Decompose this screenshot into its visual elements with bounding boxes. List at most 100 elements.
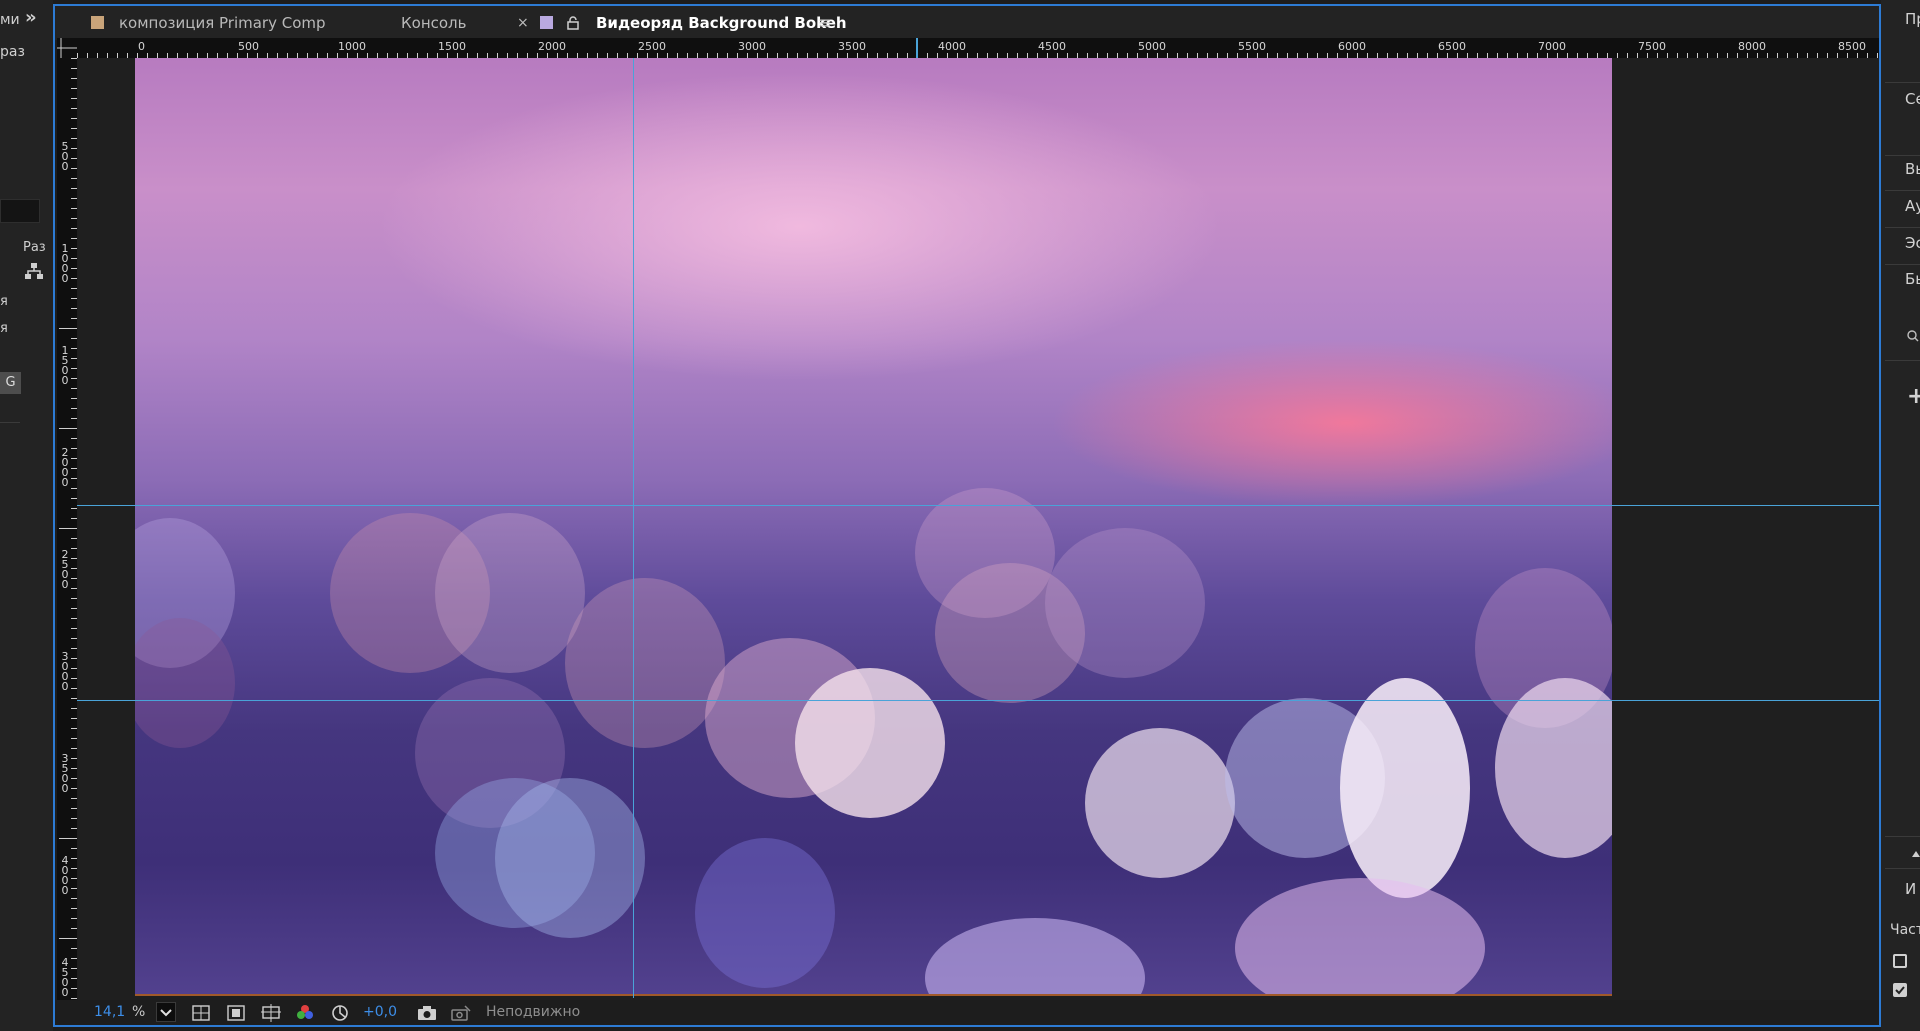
horizontal-ruler[interactable]: 0 500 1000 1500 2000 2500 3000 3500 4000 4500 5000…	[57, 38, 1879, 58]
ruler-origin[interactable]	[57, 38, 77, 58]
horizontal-ruler-label: 0	[138, 40, 145, 53]
horizontal-ruler-label: 6000	[1338, 40, 1366, 53]
hierarchy-icon[interactable]	[25, 262, 43, 284]
right-panel-label-7: И	[1905, 880, 1917, 898]
vertical-ruler-label: 3500	[61, 752, 69, 795]
checkbox-checked[interactable]	[1893, 983, 1907, 997]
canvas-edge	[135, 994, 1612, 996]
footage-color-swatch	[540, 16, 553, 29]
horizontal-ruler-label: 7000	[1538, 40, 1566, 53]
right-panel-divider	[1885, 868, 1920, 869]
right-panel-divider	[1885, 155, 1920, 156]
add-icon[interactable]: +	[1907, 384, 1920, 409]
horizontal-ruler-label: 6500	[1438, 40, 1466, 53]
horizontal-ruler-label: 3000	[738, 40, 766, 53]
bokeh-light	[925, 918, 1145, 994]
left-panel-field[interactable]	[0, 199, 40, 223]
vertical-ruler-label: 2500	[61, 548, 69, 591]
right-panel-label-4[interactable]: Ау	[1905, 197, 1920, 215]
close-tab-icon[interactable]: ×	[517, 6, 529, 40]
guide-horizontal[interactable]	[77, 505, 1879, 506]
vertical-ruler-label: 1000	[61, 242, 69, 285]
horizontal-ruler-ticks	[57, 38, 1878, 58]
right-panel-label-1: Пр	[1905, 10, 1920, 28]
horizontal-ruler-label: 2000	[538, 40, 566, 53]
snapshot-camera-icon[interactable]	[417, 1004, 437, 1022]
horizontal-ruler-label: 8500	[1838, 40, 1866, 53]
right-panel-divider	[1885, 82, 1920, 83]
right-panel-label-8: Част	[1890, 922, 1920, 938]
horizontal-ruler-label: 5500	[1238, 40, 1266, 53]
left-panel-label-3: Раз	[23, 240, 46, 255]
lock-icon[interactable]	[567, 6, 579, 40]
horizontal-ruler-label: 2500	[638, 40, 666, 53]
vertical-ruler-label: 2000	[61, 446, 69, 489]
exposure-value[interactable]: +0,0	[363, 1000, 397, 1025]
bokeh-light	[495, 778, 645, 938]
bokeh-light	[435, 513, 585, 673]
vertical-ruler-label: 4000	[61, 854, 69, 897]
right-panel-divider	[1885, 227, 1920, 228]
right-panel-label-3[interactable]: Вь	[1905, 160, 1920, 178]
horizontal-ruler-label: 8000	[1738, 40, 1766, 53]
transparency-grid-icon[interactable]	[192, 1004, 210, 1022]
left-panel-divider	[0, 422, 20, 423]
tab-primary-comp[interactable]: композиция Primary Comp	[119, 6, 326, 40]
horizontal-ruler-label: 3500	[838, 40, 866, 53]
tab-bar: композиция Primary Comp Консоль × Видеор…	[55, 6, 1879, 40]
horizontal-ruler-label: 7500	[1638, 40, 1666, 53]
left-panel-label-5: я	[0, 321, 8, 336]
mask-visibility-icon[interactable]	[227, 1004, 245, 1022]
guide-horizontal[interactable]	[77, 700, 1879, 701]
left-panel-badge[interactable]: G	[0, 372, 21, 394]
left-panel-label-1: ми	[0, 12, 20, 28]
right-panel-label-5[interactable]: Эс	[1905, 234, 1920, 252]
right-panel-divider	[1885, 836, 1920, 837]
right-panel-label-2[interactable]: Се	[1905, 90, 1920, 108]
vertical-ruler-label: 1500	[61, 344, 69, 387]
safe-margins-icon[interactable]	[261, 1004, 281, 1022]
horizontal-ruler-label: 1000	[338, 40, 366, 53]
bokeh-light	[1340, 678, 1470, 898]
color-channels-icon[interactable]	[296, 1004, 314, 1022]
reset-exposure-icon[interactable]	[331, 1004, 349, 1022]
tab-background-bokeh[interactable]: Видеоряд Background Bokeh	[596, 6, 847, 40]
bokeh-light	[565, 578, 725, 748]
horizontal-ruler-label: 4000	[938, 40, 966, 53]
zoom-value[interactable]: 14,1	[94, 1000, 125, 1025]
vertical-ruler[interactable]: 500 1000 1500 2000 2500 3000 3500 4000 4500	[57, 38, 77, 1000]
expand-panels-icon[interactable]: »	[25, 7, 37, 28]
footage-preview[interactable]	[135, 58, 1612, 994]
right-panel-divider	[1885, 190, 1920, 191]
tab-console[interactable]: Консоль	[401, 6, 467, 40]
zoom-unit: %	[132, 1004, 146, 1020]
composition-color-swatch	[91, 16, 104, 29]
show-snapshot-icon[interactable]	[451, 1004, 471, 1022]
vertical-ruler-label: 3000	[61, 650, 69, 693]
right-panel-divider	[1885, 264, 1920, 265]
zoom-dropdown-icon[interactable]	[156, 1002, 176, 1022]
left-panel-label-2: раз	[0, 44, 25, 60]
left-panel-label-4: я	[0, 294, 8, 309]
horizontal-ruler-label: 1500	[438, 40, 466, 53]
bokeh-light	[1085, 728, 1235, 878]
bokeh-light	[795, 668, 945, 818]
horizontal-ruler-label: 500	[238, 40, 259, 53]
up-arrow-icon[interactable]	[1911, 845, 1920, 863]
bokeh-light	[1235, 878, 1485, 994]
bokeh-light	[1045, 528, 1205, 678]
guide-vertical[interactable]	[633, 58, 634, 998]
right-panel-label-6[interactable]: Бь	[1905, 270, 1920, 288]
tab-menu-icon[interactable]: ≡	[818, 6, 831, 40]
checkbox-unchecked[interactable]	[1893, 954, 1907, 968]
right-panel: Пр Се Вь Ау Эс Бь + И Част	[1881, 0, 1920, 1031]
horizontal-ruler-label: 5000	[1138, 40, 1166, 53]
playback-status: Неподвижно	[486, 1004, 581, 1020]
bokeh-light	[695, 838, 835, 988]
bokeh-light	[915, 488, 1055, 618]
left-panel: ми » раз Раз я я G	[0, 0, 53, 1031]
right-panel-divider	[1885, 360, 1920, 361]
vertical-ruler-label: 500	[61, 140, 69, 173]
horizontal-ruler-label: 4500	[1038, 40, 1066, 53]
search-icon[interactable]	[1907, 328, 1919, 346]
